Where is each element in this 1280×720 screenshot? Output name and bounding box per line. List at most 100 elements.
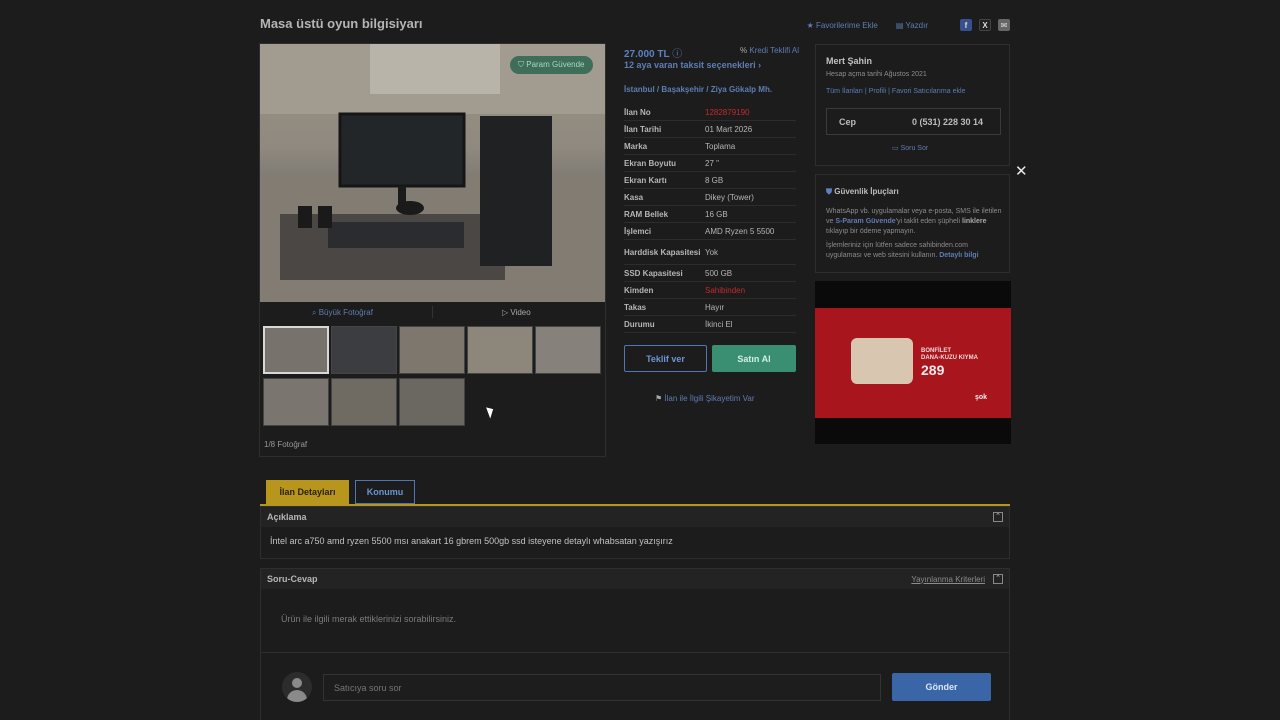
detail-tabs: İlan Detayları Konumu <box>260 478 1010 506</box>
thumbnail[interactable] <box>263 326 329 374</box>
flag-icon: ⚑ <box>655 394 663 403</box>
print-action[interactable]: ▤ Yazdır <box>896 21 928 30</box>
favorite-action[interactable]: ★ Favorilerime Ekle <box>807 21 878 30</box>
spec-key: Durumu <box>624 319 655 329</box>
description-section: Açıklama ⌃ İntel arc a750 amd ryzen 5500… <box>260 506 1010 559</box>
profile-link[interactable]: Profili <box>869 88 887 95</box>
spec-row: Kimden Sahibinden <box>624 282 796 299</box>
qa-divider <box>261 652 1009 653</box>
x-share-icon[interactable]: X <box>979 19 991 31</box>
spec-key: İlan No <box>624 107 651 117</box>
spec-value: 16 GB <box>705 209 728 219</box>
phone-box: Cep 0 (531) 228 30 14 <box>826 108 1001 135</box>
pc-setup-image <box>260 44 605 302</box>
thumbnail[interactable] <box>263 378 329 426</box>
spec-row: Ekran Kartı 8 GB <box>624 172 796 189</box>
spec-key: RAM Bellek <box>624 209 669 219</box>
thumbnail[interactable] <box>399 326 465 374</box>
spec-value: 27 " <box>705 158 719 168</box>
buy-button[interactable]: Satın Al <box>712 345 796 372</box>
meat-package-image <box>851 338 913 384</box>
description-title: Açıklama <box>267 512 307 522</box>
param-guvende-badge: ⛉ Param Güvende <box>510 56 593 74</box>
tab-details[interactable]: İlan Detayları <box>266 480 349 504</box>
collapse-icon[interactable]: ⌃ <box>993 512 1003 522</box>
shield-check-icon: ⛉ <box>518 60 524 69</box>
thumbnail[interactable] <box>331 326 397 374</box>
shield-icon: ⛊ <box>826 187 832 196</box>
description-header: Açıklama ⌃ <box>261 507 1009 527</box>
spec-key: Takas <box>624 302 647 312</box>
play-icon: ▷ <box>502 308 509 317</box>
top-breadcrumb <box>260 0 1010 4</box>
spec-value: AMD Ryzen 5 5500 <box>705 226 775 236</box>
tab-location[interactable]: Konumu <box>355 480 415 504</box>
installment-link[interactable]: 12 aya varan taksit seçenekleri › <box>624 60 761 70</box>
facebook-share-icon[interactable]: f <box>960 19 972 31</box>
spec-row: İlan No 1282879190 <box>624 104 796 121</box>
criteria-link[interactable]: Yayınlanma Kriterleri <box>911 575 985 584</box>
advertisement[interactable]: BONFİLET DANA-KUZU KIYMA 289 şok <box>815 281 1011 444</box>
media-divider <box>432 306 433 318</box>
location-neighborhood[interactable]: Ziya Gökalp Mh. <box>711 85 772 94</box>
spec-key: Kimden <box>624 285 654 295</box>
spec-row: Harddisk Kapasitesi Yok <box>624 240 796 265</box>
all-listings-link[interactable]: Tüm İlanları <box>826 88 863 95</box>
media-bar: ⌕ Büyük Fotoğraf ▷ Video <box>260 304 605 322</box>
question-input[interactable] <box>323 674 881 701</box>
qa-title: Soru-Cevap <box>267 574 318 584</box>
location-city[interactable]: İstanbul <box>624 85 655 94</box>
spec-table: İlan No 1282879190 İlan Tarihi 01 Mart 2026… <box>624 104 796 333</box>
seller-links: Tüm İlanları | Profili | Favori Satıcıla… <box>826 88 966 95</box>
spec-row: İşlemci AMD Ryzen 5 5500 <box>624 223 796 240</box>
spec-key: Ekran Kartı <box>624 175 667 185</box>
location-district[interactable]: Başakşehir <box>661 85 704 94</box>
collapse-icon[interactable]: ⌃ <box>993 574 1003 584</box>
spec-key: İlan Tarihi <box>624 124 662 134</box>
page-title: Masa üstü oyun bilgisiyarı <box>260 16 423 31</box>
spec-key: Marka <box>624 141 648 151</box>
security-title: ⛊ Güvenlik İpuçları <box>826 187 899 196</box>
spec-value: 500 GB <box>705 268 733 278</box>
spec-row: Kasa Dikey (Tower) <box>624 189 796 206</box>
offer-button[interactable]: Teklif ver <box>624 345 707 372</box>
send-button[interactable]: Gönder <box>892 673 991 701</box>
magnifier-icon: ⌕ <box>312 308 317 317</box>
spec-value: Hayır <box>705 302 725 312</box>
ask-question-link[interactable]: ▭ Soru Sor <box>892 144 928 152</box>
chat-icon: ▭ <box>892 145 899 152</box>
big-photo-link[interactable]: ⌕ Büyük Fotoğraf <box>312 308 373 318</box>
complaint-link[interactable]: ⚑ İlan ile İlgili Şikayetim Var <box>655 394 755 403</box>
spec-row: İlan Tarihi 01 Mart 2026 <box>624 121 796 138</box>
thumbnail[interactable] <box>331 378 397 426</box>
thumbnail[interactable] <box>467 326 533 374</box>
thumbnail[interactable] <box>535 326 601 374</box>
spec-value: 8 GB <box>705 175 724 185</box>
spec-value: İkinci El <box>705 319 733 329</box>
qa-empty-text: Ürün ile ilgili merak ettiklerinizi sora… <box>281 614 457 624</box>
thumbnail[interactable] <box>399 378 465 426</box>
printer-icon: ▤ <box>895 20 904 30</box>
security-text-1: WhatsApp vb. uygulamalar veya e-posta, S… <box>826 208 1002 235</box>
credit-offer-link[interactable]: % Kredi Teklifi Al <box>740 46 799 55</box>
qa-section: Soru-Cevap Yayınlanma Kriterleri ⌃ Ürün … <box>260 568 1010 720</box>
security-tips-panel: ⛊ Güvenlik İpuçları WhatsApp vb. uygulam… <box>815 174 1010 273</box>
mail-share-icon[interactable]: ✉ <box>998 19 1010 31</box>
favorite-seller-link[interactable]: Favori Satıcılarıma ekle <box>892 88 966 95</box>
seller-name: Mert Şahin <box>826 56 873 66</box>
seller-panel: Mert Şahin Hesap açma tarihi Ağustos 202… <box>815 44 1010 166</box>
spec-key: SSD Kapasitesi <box>624 268 683 278</box>
spec-row: Marka Toplama <box>624 138 796 155</box>
spec-value: Toplama <box>705 141 736 151</box>
details-link[interactable]: Detaylı bilgi <box>939 252 978 259</box>
spec-key: Kasa <box>624 192 644 202</box>
param-guvende-link[interactable]: S-Param Güvende <box>835 218 895 225</box>
security-text-2: İşlemleriniz için lütfen sadece sahibind… <box>826 242 979 259</box>
star-icon: ★ <box>806 20 814 30</box>
close-icon[interactable]: ✕ <box>1015 162 1028 180</box>
video-link[interactable]: ▷ Video <box>502 308 531 317</box>
phone-number[interactable]: 0 (531) 228 30 14 <box>912 117 983 127</box>
main-photo[interactable] <box>260 44 605 302</box>
spec-key: Harddisk Kapasitesi <box>624 247 701 257</box>
listing-actions: ★ Favorilerime Ekle ▤ Yazdır f X ✉ <box>807 19 1010 31</box>
